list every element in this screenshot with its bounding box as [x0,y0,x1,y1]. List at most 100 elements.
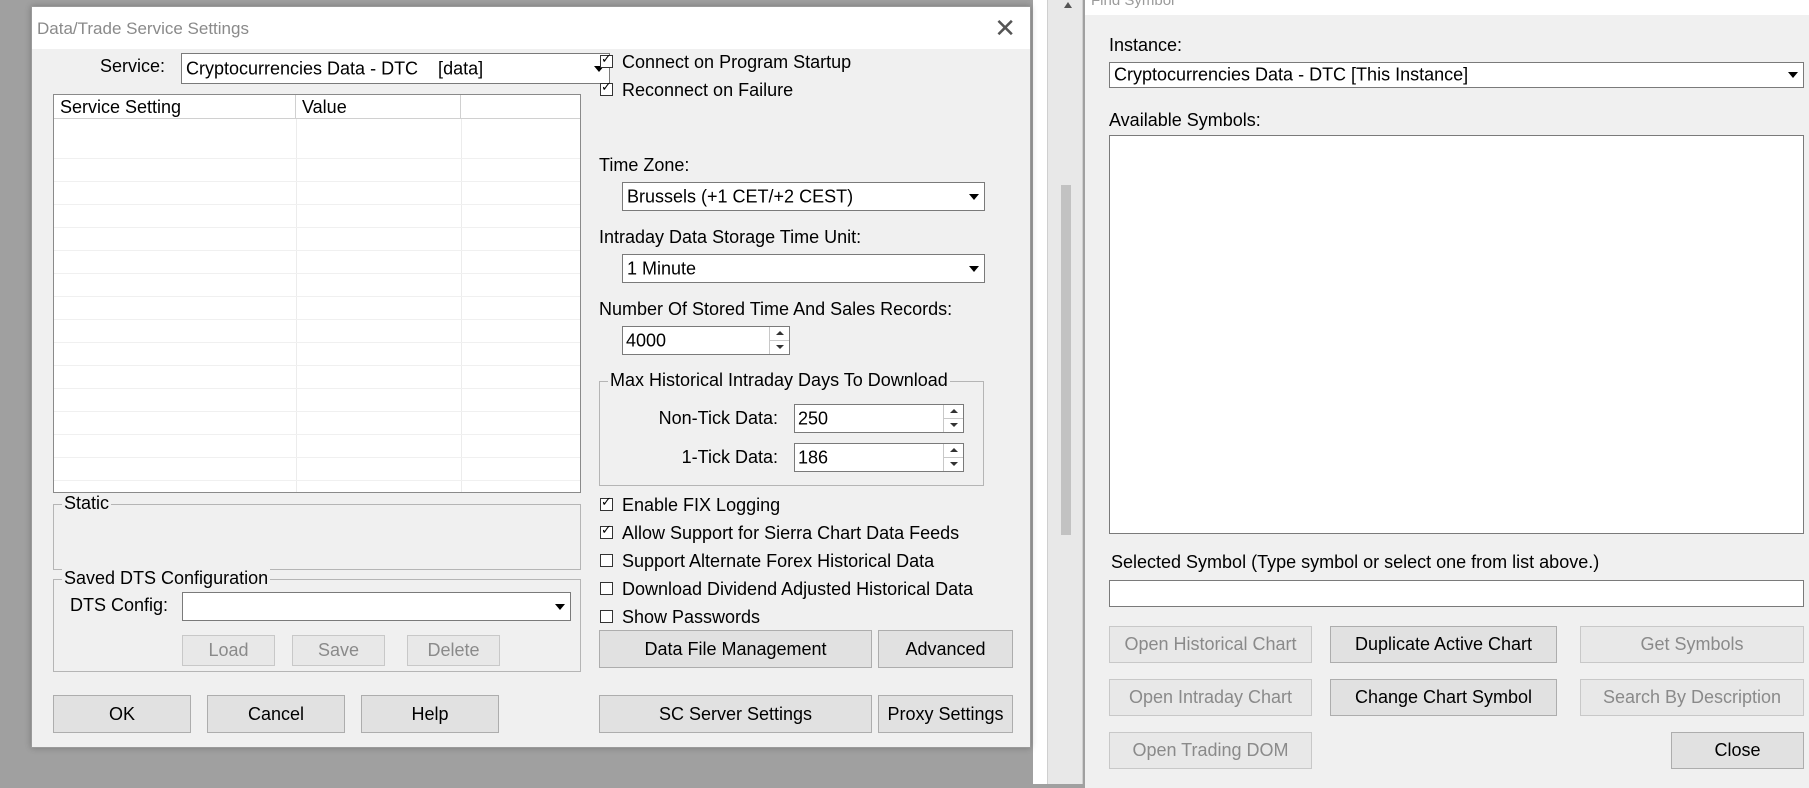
time-zone-value: Brussels (+1 CET/+2 CEST) [627,186,854,206]
grid-row [54,369,580,389]
grid-row [54,346,580,366]
connect-startup-label: Connect on Program Startup [622,52,852,72]
grid-row [54,185,580,205]
stepper-buttons [943,405,963,432]
one-tick-stepper[interactable]: 186 [794,443,964,472]
static-group: Static [53,493,581,570]
stepper-down-icon[interactable] [770,341,789,355]
grid-row [54,300,580,320]
grid-row [54,323,580,343]
stepper-down-icon[interactable] [944,419,963,433]
get-symbols-button[interactable]: Get Symbols [1580,626,1804,663]
selected-symbol-label: Selected Symbol (Type symbol or select o… [1111,552,1600,572]
service-settings-dialog: Data/Trade Service Settings ✕ Service: C… [31,6,1031,748]
stepper-down-icon[interactable] [944,458,963,472]
grid-header-value[interactable]: Value [296,95,461,119]
instance-value: Cryptocurrencies Data - DTC [This Instan… [1114,64,1469,85]
ts-records-value: 4000 [626,330,667,350]
checkbox-box[interactable] [600,523,613,539]
delete-button[interactable]: Delete [407,635,500,666]
sc-server-settings-button[interactable]: SC Server Settings [599,695,872,733]
find-symbol-dialog: Find Symbol Instance: Cryptocurrencies D… [1085,0,1809,788]
chevron-down-icon[interactable] [964,183,984,210]
service-value: Cryptocurrencies Data - DTC [data] [186,58,484,78]
save-button[interactable]: Save [292,635,385,666]
saved-dts-label: Saved DTS Configuration [62,568,271,589]
grid-row [54,415,580,435]
service-label: Service: [100,56,166,76]
checkbox-box[interactable] [600,582,613,595]
cancel-button[interactable]: Cancel [207,695,345,733]
stepper-up-icon[interactable] [944,444,963,458]
available-symbols-label: Available Symbols: [1109,110,1261,130]
open-trading-dom-button[interactable]: Open Trading DOM [1109,732,1312,769]
time-zone-label: Time Zone: [599,155,690,175]
grid-row [54,277,580,297]
intraday-unit-value: 1 Minute [627,258,697,278]
open-historical-chart-button[interactable]: Open Historical Chart [1109,626,1312,663]
ts-records-stepper[interactable]: 4000 [622,326,790,355]
enable-fix-label: Enable FIX Logging [622,495,781,515]
proxy-settings-button[interactable]: Proxy Settings [878,695,1013,733]
service-combo[interactable]: Cryptocurrencies Data - DTC [data] [181,53,610,84]
grid-row [54,392,580,412]
chevron-down-icon[interactable] [964,255,984,282]
load-button[interactable]: Load [182,635,275,666]
grid-row [54,254,580,274]
dts-config-label: DTS Config: [70,595,169,615]
chevron-down-icon[interactable] [550,593,570,620]
duplicate-active-chart-button[interactable]: Duplicate Active Chart [1330,626,1557,663]
checkbox-box[interactable] [600,610,613,623]
selected-symbol-input[interactable] [1109,580,1804,607]
one-tick-label: 1-Tick Data: [681,447,778,467]
chevron-down-icon[interactable] [1783,63,1803,87]
stepper-up-icon[interactable] [770,327,789,341]
checkbox-box[interactable] [600,554,613,567]
open-intraday-chart-button[interactable]: Open Intraday Chart [1109,679,1312,716]
one-tick-value: 186 [798,447,829,467]
grid-row [54,461,580,481]
help-button[interactable]: Help [361,695,499,733]
dividend-adjusted-label: Download Dividend Adjusted Historical Da… [622,579,974,599]
service-settings-grid[interactable]: Service Setting Value [53,94,581,493]
intraday-unit-combo[interactable]: 1 Minute [622,254,985,283]
grid-header-extra[interactable] [461,95,580,119]
scrollbar-thumb[interactable] [1061,185,1071,535]
dialog-title: Data/Trade Service Settings [37,19,249,38]
saved-dts-group: Saved DTS Configuration DTS Config: Load… [53,568,581,672]
dialog-title-bar: Data/Trade Service Settings [32,7,1030,49]
ts-records-label: Number Of Stored Time And Sales Records: [599,299,953,319]
instance-combo[interactable]: Cryptocurrencies Data - DTC [This Instan… [1109,62,1804,88]
non-tick-label: Non-Tick Data: [658,408,778,428]
grid-row [54,139,580,159]
advanced-button[interactable]: Advanced [878,630,1013,668]
window-divider [1033,0,1047,784]
reconnect-failure-label: Reconnect on Failure [622,80,794,100]
grid-header-setting[interactable]: Service Setting [54,95,296,119]
available-symbols-list[interactable] [1109,135,1804,534]
grid-row [54,162,580,182]
non-tick-value: 250 [798,408,829,428]
time-zone-combo[interactable]: Brussels (+1 CET/+2 CEST) [622,182,985,211]
scroll-up-arrow-icon[interactable] [1064,2,1072,8]
show-passwords-label: Show Passwords [622,607,761,627]
stepper-up-icon[interactable] [944,405,963,419]
grid-row [54,208,580,228]
search-by-description-button[interactable]: Search By Description [1580,679,1804,716]
max-historical-label: Max Historical Intraday Days To Download [608,370,950,391]
ok-button[interactable]: OK [53,695,191,733]
instance-label: Instance: [1109,35,1183,55]
close-icon[interactable]: ✕ [994,13,1016,44]
non-tick-stepper[interactable]: 250 [794,404,964,433]
dts-config-combo[interactable] [182,592,571,621]
checkbox-box[interactable] [600,52,613,68]
find-symbol-title: Find Symbol [1091,0,1175,9]
grid-row [54,231,580,251]
checkbox-box[interactable] [600,495,613,511]
checkbox-box[interactable] [600,80,613,96]
change-chart-symbol-button[interactable]: Change Chart Symbol [1330,679,1557,716]
background-scrollbar[interactable] [1047,0,1083,784]
close-button[interactable]: Close [1671,732,1804,769]
data-file-management-button[interactable]: Data File Management [599,630,872,668]
grid-row [54,438,580,458]
